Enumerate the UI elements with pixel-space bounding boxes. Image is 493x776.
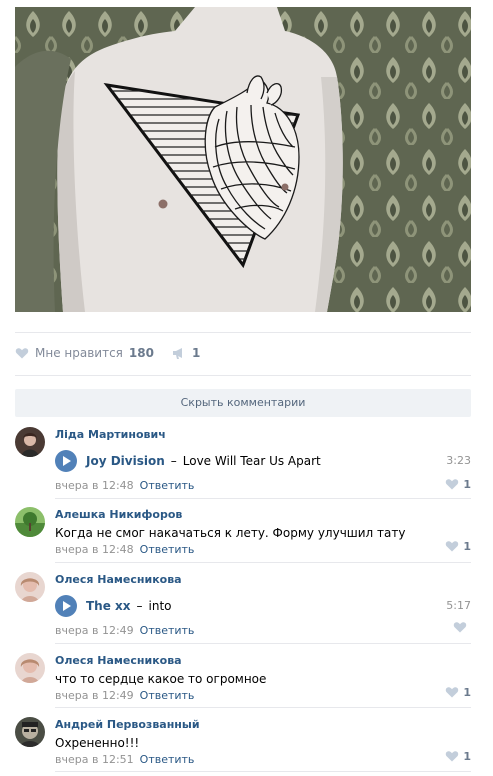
comment-time[interactable]: вчера в 12:49 [55, 689, 134, 702]
megaphone-icon [172, 346, 186, 360]
post-photo[interactable] [15, 7, 471, 312]
audio-duration: 3:23 [446, 454, 471, 467]
avatar[interactable] [15, 427, 45, 457]
heart-icon [445, 477, 459, 491]
audio-title[interactable]: into [149, 599, 172, 613]
comment-time[interactable]: вчера в 12:48 [55, 543, 134, 556]
comment-text: Охрененно!!! [55, 736, 140, 750]
comment-meta: вчера в 12:48 Ответить [55, 479, 471, 493]
audio-title[interactable]: Love Will Tear Us Apart [183, 454, 321, 468]
divider [55, 498, 471, 499]
comment-item: Олеся Намесникова что то сердце какое то… [15, 653, 471, 702]
comment-time[interactable]: вчера в 12:49 [55, 624, 134, 637]
divider [15, 332, 471, 333]
share-count: 1 [191, 346, 201, 360]
comment-like-count: 1 [463, 749, 471, 763]
heart-icon [15, 346, 29, 360]
avatar[interactable] [15, 572, 45, 602]
reply-button[interactable]: Ответить [140, 753, 195, 766]
comment-like-button[interactable]: 1 [445, 477, 471, 491]
divider [55, 643, 471, 644]
comment-meta: вчера в 12:48 Ответить [55, 543, 471, 557]
comment-item: Олеся Намесникова The xx – into 5:17 вче… [15, 572, 471, 637]
share-button[interactable]: 1 [172, 346, 200, 360]
avatar[interactable] [15, 653, 45, 683]
reply-button[interactable]: Ответить [140, 624, 195, 637]
comment-like-button[interactable]: 1 [445, 749, 471, 763]
divider [55, 562, 471, 563]
reply-button[interactable]: Ответить [140, 479, 195, 492]
comment-item: Ліда Мартинович Joy Division – Love Will… [15, 427, 471, 493]
reply-button[interactable]: Ответить [140, 543, 195, 556]
comment-like-button[interactable]: 1 [445, 539, 471, 553]
comment-meta: вчера в 12:49 Ответить [55, 624, 471, 638]
comment-author[interactable]: Ліда Мартинович [55, 427, 471, 443]
audio-track: Joy Division – Love Will Tear Us Apart 3… [55, 449, 471, 473]
comment-meta: вчера в 12:51 Ответить [55, 753, 471, 767]
comment-author[interactable]: Алешка Никифоров [55, 507, 471, 523]
heart-icon [445, 749, 459, 763]
audio-artist[interactable]: Joy Division [86, 454, 165, 468]
heart-icon [445, 539, 459, 553]
comment-time[interactable]: вчера в 12:51 [55, 753, 134, 766]
like-label: Мне нравится [35, 346, 123, 360]
heart-icon [445, 685, 459, 699]
like-button[interactable]: Мне нравится 180 [15, 346, 154, 360]
like-count: 180 [128, 346, 154, 360]
comment-author[interactable]: Андрей Первозванный [55, 717, 471, 733]
play-icon[interactable] [55, 450, 77, 472]
reply-button[interactable]: Ответить [140, 689, 195, 702]
comment-text: Когда не смог накачаться к лету. Форму у… [55, 526, 406, 540]
avatar[interactable] [15, 507, 45, 537]
comment-like-count: 1 [463, 539, 471, 553]
play-icon[interactable] [55, 595, 77, 617]
comment-author[interactable]: Олеся Намесникова [55, 653, 471, 669]
post-actions: Мне нравится 180 1 [15, 344, 200, 362]
comment-text: что то сердце какое то огромное [55, 672, 267, 686]
audio-artist[interactable]: The xx [86, 599, 131, 613]
comment-like-button[interactable]: 1 [445, 685, 471, 699]
comment-like-count: 1 [463, 685, 471, 699]
audio-duration: 5:17 [446, 599, 471, 612]
divider [55, 771, 471, 772]
comment-author[interactable]: Олеся Намесникова [55, 572, 471, 588]
comment-like-button[interactable] [453, 620, 471, 634]
avatar[interactable] [15, 717, 45, 747]
hide-comments-button[interactable]: Скрыть комментарии [15, 389, 471, 417]
comment-like-count: 1 [463, 477, 471, 491]
divider [55, 707, 471, 708]
divider [15, 375, 471, 376]
comment-item: Андрей Первозванный Охрененно!!! вчера в… [15, 717, 471, 766]
comment-meta: вчера в 12:49 Ответить [55, 689, 471, 703]
heart-icon [453, 620, 467, 634]
audio-track: The xx – into 5:17 [55, 594, 471, 618]
tattoo-photo-image [15, 7, 471, 312]
comment-item: Алешка Никифоров Когда не смог накачатьс… [15, 507, 471, 556]
comment-time[interactable]: вчера в 12:48 [55, 479, 134, 492]
